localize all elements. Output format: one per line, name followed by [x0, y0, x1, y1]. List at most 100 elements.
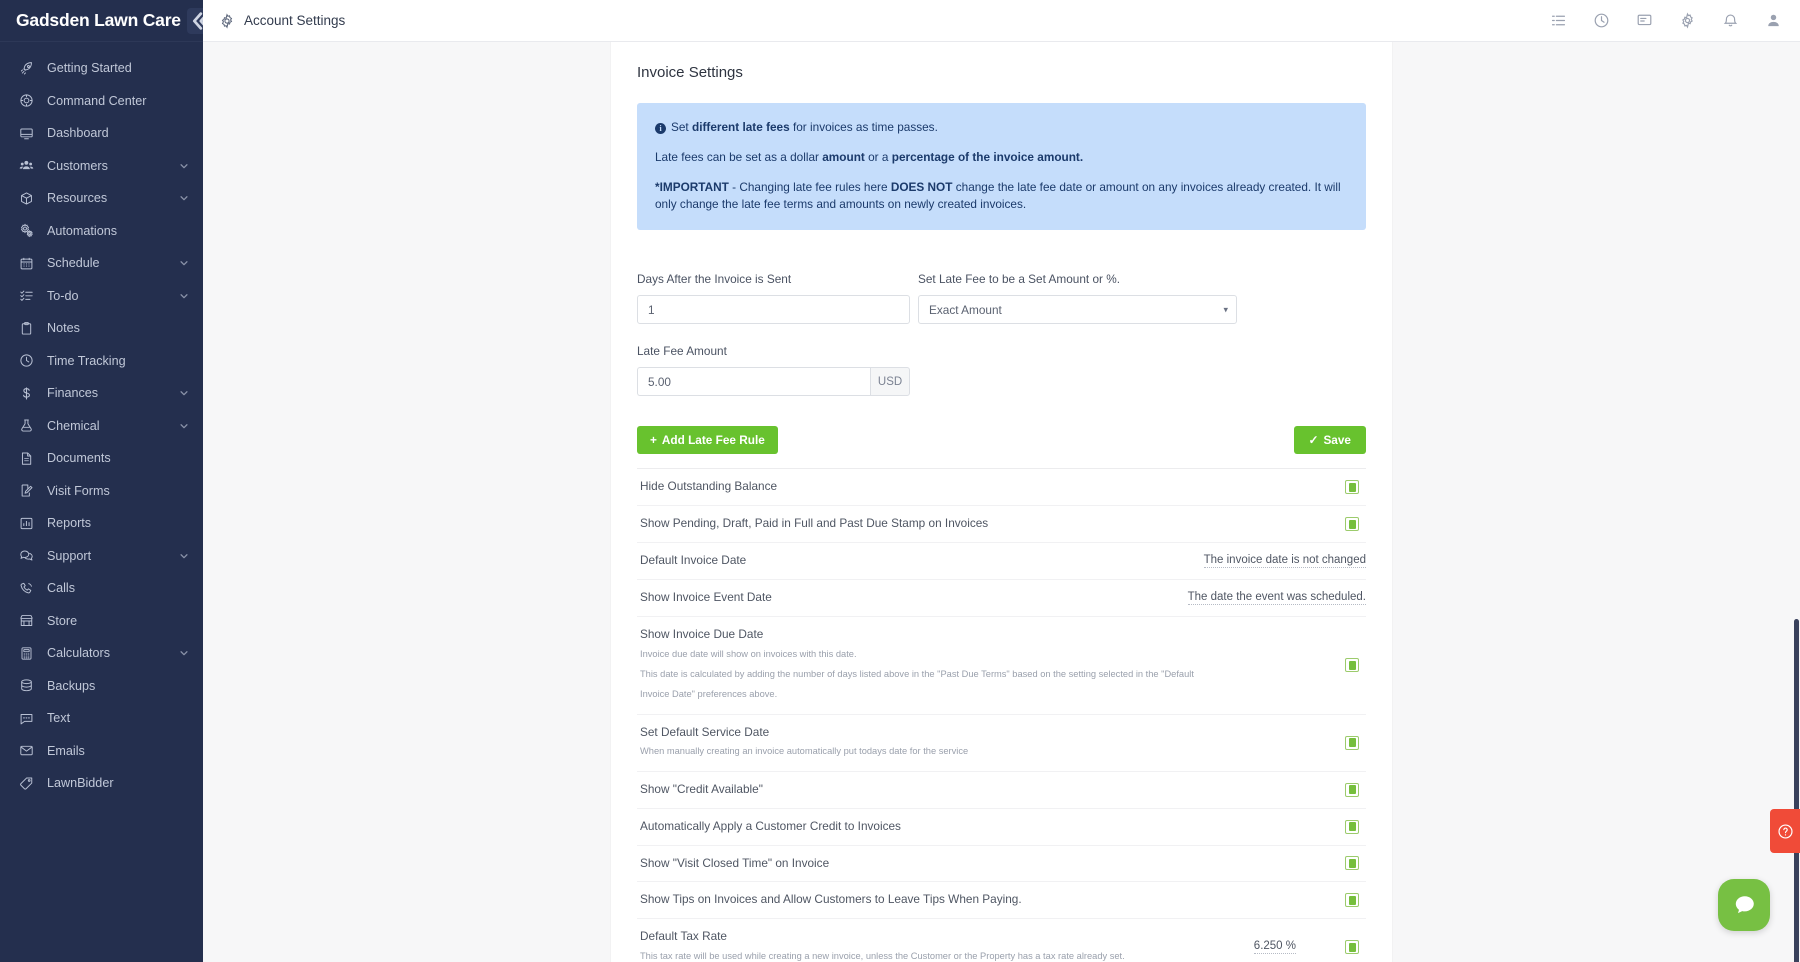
sidebar-item-documents[interactable]: Documents	[0, 442, 203, 475]
sidebar-header: Gadsden Lawn Care	[0, 0, 203, 42]
settings-row-toggle[interactable]	[1345, 517, 1359, 531]
sidebar-item-customers[interactable]: Customers	[0, 150, 203, 183]
settings-row-control: The date the event was scheduled.	[1188, 591, 1366, 605]
settings-row-label: Show "Credit Available"	[640, 782, 1322, 798]
settings-row-main: Show "Credit Available"	[640, 782, 1338, 798]
sms-icon	[18, 710, 35, 727]
chevron-down-icon[interactable]	[178, 193, 189, 204]
sidebar-item-reports[interactable]: Reports	[0, 507, 203, 540]
chat-bubble-icon	[1730, 891, 1758, 919]
settings-row-main: Show "Visit Closed Time" on Invoice	[640, 856, 1338, 872]
settings-row-toggle[interactable]	[1345, 736, 1359, 750]
toggle-knob	[1349, 483, 1356, 492]
calendar-icon	[18, 255, 35, 272]
chevron-down-icon[interactable]	[178, 160, 189, 171]
sidebar-item-chemical[interactable]: Chemical	[0, 410, 203, 443]
help-button[interactable]	[1770, 809, 1800, 853]
flask-icon	[18, 417, 35, 434]
settings-row-toggle[interactable]	[1345, 783, 1359, 797]
settings-row-value[interactable]: 6.250 %	[1254, 940, 1296, 954]
settings-row-toggle[interactable]	[1345, 940, 1359, 954]
settings-row-main: Set Default Service DateWhen manually cr…	[640, 725, 1338, 761]
sidebar-item-label: Reports	[47, 516, 189, 530]
sidebar-item-text[interactable]: Text	[0, 702, 203, 735]
sidebar-item-getting-started[interactable]: Getting Started	[0, 52, 203, 85]
chevron-down-icon[interactable]	[178, 388, 189, 399]
settings-row-control	[1338, 658, 1366, 672]
sidebar-item-lawnbidder[interactable]: LawnBidder	[0, 767, 203, 800]
settings-row-label: Default Invoice Date	[640, 553, 1188, 569]
clock-icon[interactable]	[1593, 12, 1610, 29]
settings-row-toggle[interactable]	[1345, 480, 1359, 494]
sidebar-item-label: Automations	[47, 224, 189, 238]
sidebar-item-support[interactable]: Support	[0, 540, 203, 573]
late-fee-amount-input[interactable]	[637, 367, 870, 396]
settings-row-value[interactable]: The date the event was scheduled.	[1188, 591, 1366, 605]
topbar: Account Settings	[203, 0, 1800, 42]
chat-widget-button[interactable]	[1718, 879, 1770, 931]
content-scroll-area[interactable]: Invoice Settings iSet different late fee…	[203, 42, 1800, 962]
gear-icon[interactable]	[1679, 12, 1696, 29]
sidebar-item-to-do[interactable]: To-do	[0, 280, 203, 313]
settings-row-toggle[interactable]	[1345, 820, 1359, 834]
sidebar-item-schedule[interactable]: Schedule	[0, 247, 203, 280]
settings-row-label: Set Default Service Date	[640, 725, 1322, 741]
sidebar-item-visit-forms[interactable]: Visit Forms	[0, 475, 203, 508]
sidebar-item-notes[interactable]: Notes	[0, 312, 203, 345]
days-after-input[interactable]	[637, 295, 910, 324]
settings-row-toggle[interactable]	[1345, 856, 1359, 870]
sidebar-item-label: Calls	[47, 581, 189, 595]
settings-row-toggle[interactable]	[1345, 893, 1359, 907]
sidebar-item-label: Documents	[47, 451, 189, 465]
list-icon[interactable]	[1550, 12, 1567, 29]
add-late-fee-rule-label: Add Late Fee Rule	[662, 433, 765, 447]
settings-row-label: Hide Outstanding Balance	[640, 479, 1322, 495]
settings-row-description: Invoice due date will show on invoices w…	[640, 646, 1322, 663]
settings-row: Show Invoice Event DateThe date the even…	[637, 580, 1366, 617]
sidebar-item-calls[interactable]: Calls	[0, 572, 203, 605]
add-late-fee-rule-button[interactable]: + Add Late Fee Rule	[637, 426, 778, 454]
sidebar-item-finances[interactable]: Finances	[0, 377, 203, 410]
user-icon[interactable]	[1765, 12, 1782, 29]
chevron-down-icon[interactable]	[178, 550, 189, 561]
chevron-down-icon[interactable]	[178, 258, 189, 269]
sidebar-item-resources[interactable]: Resources	[0, 182, 203, 215]
settings-row: Hide Outstanding Balance	[637, 469, 1366, 506]
sidebar-item-dashboard[interactable]: Dashboard	[0, 117, 203, 150]
late-fee-type-select[interactable]: Exact AmountPercentage	[918, 295, 1237, 324]
toggle-knob	[1349, 520, 1356, 529]
settings-row-control	[1338, 480, 1366, 494]
box-icon	[18, 190, 35, 207]
scrollbar-thumb[interactable]	[1794, 619, 1799, 962]
chevron-down-icon[interactable]	[178, 290, 189, 301]
sidebar-item-backups[interactable]: Backups	[0, 670, 203, 703]
sidebar-item-automations[interactable]: Automations	[0, 215, 203, 248]
save-button[interactable]: ✓ Save	[1294, 426, 1366, 454]
sidebar-collapse-button[interactable]	[187, 8, 203, 34]
gears-icon	[18, 222, 35, 239]
toggle-knob	[1349, 859, 1356, 868]
sidebar-item-label: Getting Started	[47, 61, 189, 75]
sidebar-item-emails[interactable]: Emails	[0, 735, 203, 768]
settings-row-value[interactable]: The invoice date is not changed	[1204, 554, 1366, 568]
chevron-down-icon[interactable]	[178, 420, 189, 431]
settings-row-toggle[interactable]	[1345, 658, 1359, 672]
sidebar-item-label: Command Center	[47, 94, 189, 108]
sidebar-item-calculators[interactable]: Calculators	[0, 637, 203, 670]
sidebar-item-time-tracking[interactable]: Time Tracking	[0, 345, 203, 378]
sidebar-item-label: Chemical	[47, 419, 166, 433]
settings-row-label: Show Invoice Due Date	[640, 627, 1322, 643]
chevron-down-icon[interactable]	[178, 648, 189, 659]
settings-row: Show "Visit Closed Time" on Invoice	[637, 846, 1366, 883]
bar-chart-icon	[18, 515, 35, 532]
sidebar-item-command-center[interactable]: Command Center	[0, 85, 203, 118]
message-icon[interactable]	[1636, 12, 1653, 29]
gear-icon	[219, 13, 235, 29]
form-pen-icon	[18, 482, 35, 499]
settings-row-control	[1338, 517, 1366, 531]
sidebar-item-store[interactable]: Store	[0, 605, 203, 638]
monitor-icon	[18, 125, 35, 142]
sidebar-item-label: To-do	[47, 289, 166, 303]
bell-icon[interactable]	[1722, 12, 1739, 29]
settings-row-label: Automatically Apply a Customer Credit to…	[640, 819, 1322, 835]
